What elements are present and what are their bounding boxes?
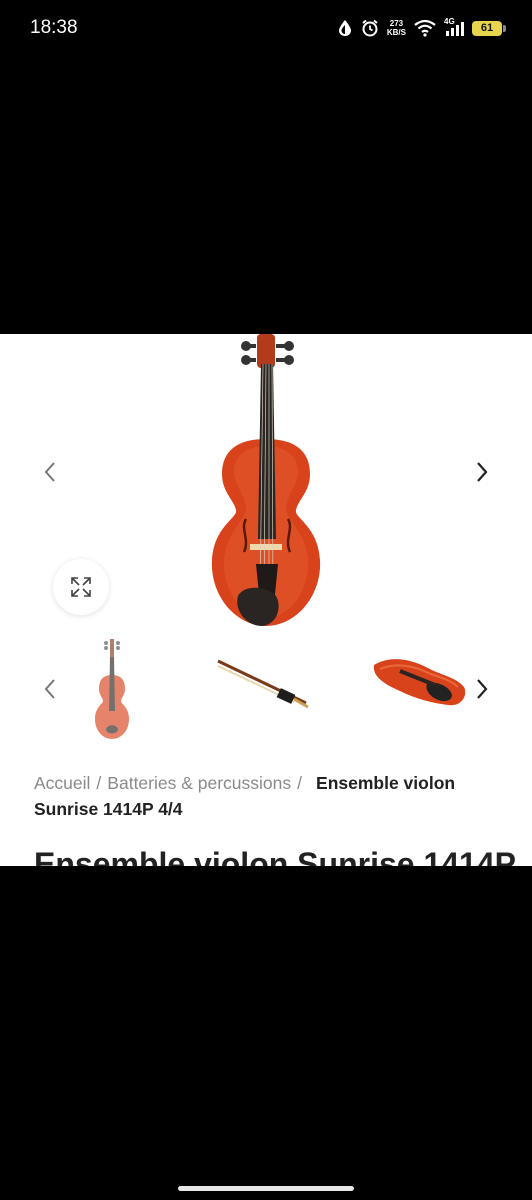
battery-level: 61 bbox=[480, 22, 494, 34]
breadcrumb-separator: / bbox=[297, 773, 303, 793]
thumbnails-next-button[interactable] bbox=[462, 669, 502, 709]
net-speed-unit: KB/S bbox=[386, 28, 406, 37]
net-speed-value: 273 bbox=[389, 19, 404, 28]
product-page: Accueil / Batteries & percussions / Ensemble… bbox=[0, 334, 532, 866]
thumbnail-image bbox=[95, 639, 129, 739]
cell-signal: 4G bbox=[444, 17, 464, 37]
data-saver-icon bbox=[338, 20, 351, 36]
zoom-button[interactable] bbox=[53, 559, 109, 615]
status-bar: 18:38 273 KB/S 4G 61 bbox=[0, 0, 532, 56]
expand-icon bbox=[71, 577, 91, 597]
gallery-next-button[interactable] bbox=[462, 452, 502, 492]
chevron-right-icon bbox=[477, 462, 488, 482]
product-gallery bbox=[0, 334, 532, 634]
breadcrumb-home-link[interactable]: Accueil bbox=[34, 773, 90, 793]
breadcrumb: Accueil / Batteries & percussions / Ensemble… bbox=[34, 770, 494, 822]
thumbnail-violin-side[interactable] bbox=[370, 634, 470, 744]
wifi-icon bbox=[414, 19, 436, 37]
chevron-left-icon bbox=[44, 462, 55, 482]
gallery-prev-button[interactable] bbox=[30, 452, 70, 492]
breadcrumb-category-link[interactable]: Batteries & percussions bbox=[107, 773, 291, 793]
battery-indicator: 61 bbox=[472, 20, 506, 36]
thumbnail-violin-front[interactable] bbox=[80, 634, 144, 744]
chevron-left-icon bbox=[44, 679, 55, 699]
thumbnails-prev-button[interactable] bbox=[30, 669, 70, 709]
thumbnail-strip bbox=[0, 634, 532, 744]
breadcrumb-separator: / bbox=[96, 773, 102, 793]
thumbnail-bow[interactable] bbox=[212, 634, 312, 744]
alarm-icon bbox=[362, 19, 378, 37]
product-title: Ensemble violon Sunrise 1414P bbox=[34, 846, 516, 866]
status-icons: 273 KB/S 4G 61 bbox=[337, 15, 506, 41]
thumbnail-image bbox=[373, 659, 466, 706]
status-time: 18:38 bbox=[30, 17, 78, 38]
home-indicator[interactable] bbox=[178, 1186, 354, 1191]
thumbnail-image bbox=[217, 659, 309, 709]
chevron-right-icon bbox=[477, 679, 488, 699]
net-speed: 273 KB/S bbox=[387, 19, 406, 37]
signal-icon bbox=[446, 22, 464, 36]
